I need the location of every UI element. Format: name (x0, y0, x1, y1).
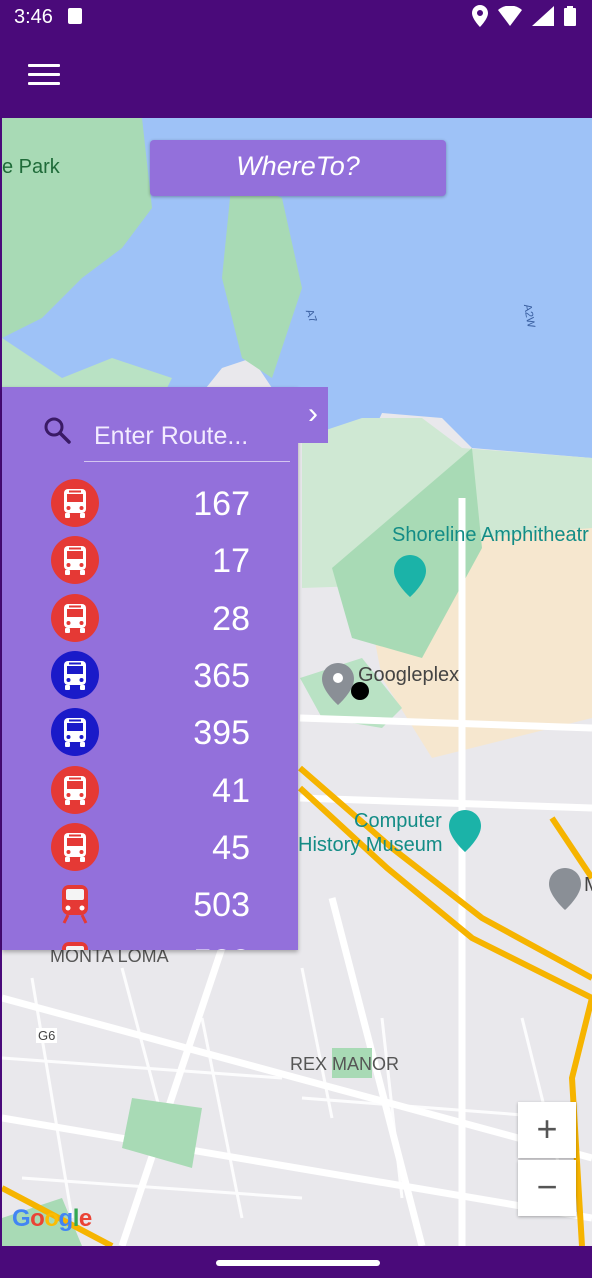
hamburger-icon[interactable] (28, 64, 60, 88)
route-number: 395 (193, 714, 250, 753)
wifi-icon (498, 6, 522, 26)
map-label-m: M (584, 874, 592, 897)
route-number: 28 (212, 599, 250, 638)
status-icons (472, 5, 576, 27)
route-item[interactable]: 5?? (2, 933, 298, 950)
google-logo: Google (12, 1205, 92, 1232)
route-item[interactable]: 17 (2, 532, 298, 589)
search-icon (44, 417, 71, 444)
app-bar (0, 34, 592, 118)
bus-icon (51, 765, 99, 814)
map-label-shoreline: Shoreline Amphitheatr (392, 524, 589, 546)
map-label-park: e Park (2, 156, 60, 178)
route-panel: 167 17 28 365 39 (2, 387, 298, 950)
zoom-in-button[interactable]: + (518, 1102, 576, 1158)
bus-icon (51, 536, 99, 585)
route-item[interactable]: 167 (2, 475, 298, 532)
bus-icon (51, 822, 99, 871)
bus-icon (51, 593, 99, 642)
bus-icon (51, 708, 99, 757)
route-item[interactable]: 41 (2, 762, 298, 819)
location-icon (472, 5, 488, 27)
route-number: 167 (193, 485, 250, 523)
route-number: 503 (193, 886, 250, 925)
route-number: 365 (193, 656, 250, 695)
map-label-museum-1: Computer (354, 810, 442, 832)
status-bar: 3:46 (0, 0, 592, 34)
route-search-input[interactable] (84, 411, 290, 462)
route-number: 45 (212, 828, 250, 867)
navigation-bar (0, 1246, 592, 1278)
whereto-button[interactable]: WhereTo? (150, 140, 446, 196)
status-time: 3:46 (14, 6, 53, 28)
route-item[interactable]: 45 (2, 819, 298, 876)
home-gesture-pill[interactable] (216, 1260, 380, 1266)
route-number: 5?? (142, 943, 250, 950)
route-item[interactable]: 503 (2, 876, 298, 933)
signal-icon (532, 6, 554, 26)
train-icon (62, 942, 88, 950)
train-icon (62, 885, 88, 924)
map-label-rex-manor: REX MANOR (290, 1054, 400, 1074)
route-number: 41 (212, 771, 250, 810)
chevron-right-icon[interactable]: › (298, 387, 328, 443)
map-label-googleplex: Googleplex (358, 664, 460, 686)
bus-icon (51, 650, 99, 699)
route-item[interactable]: 28 (2, 590, 298, 647)
route-item[interactable]: 395 (2, 704, 298, 761)
route-number: 17 (212, 542, 250, 581)
map-label-museum-2: History Museum (298, 834, 443, 856)
bus-icon (51, 479, 99, 527)
sd-card-icon (68, 8, 82, 24)
map-label-g6: G6 (36, 1028, 58, 1043)
route-item[interactable]: 365 (2, 647, 298, 704)
battery-icon (564, 6, 576, 26)
zoom-out-button[interactable]: − (518, 1160, 576, 1216)
